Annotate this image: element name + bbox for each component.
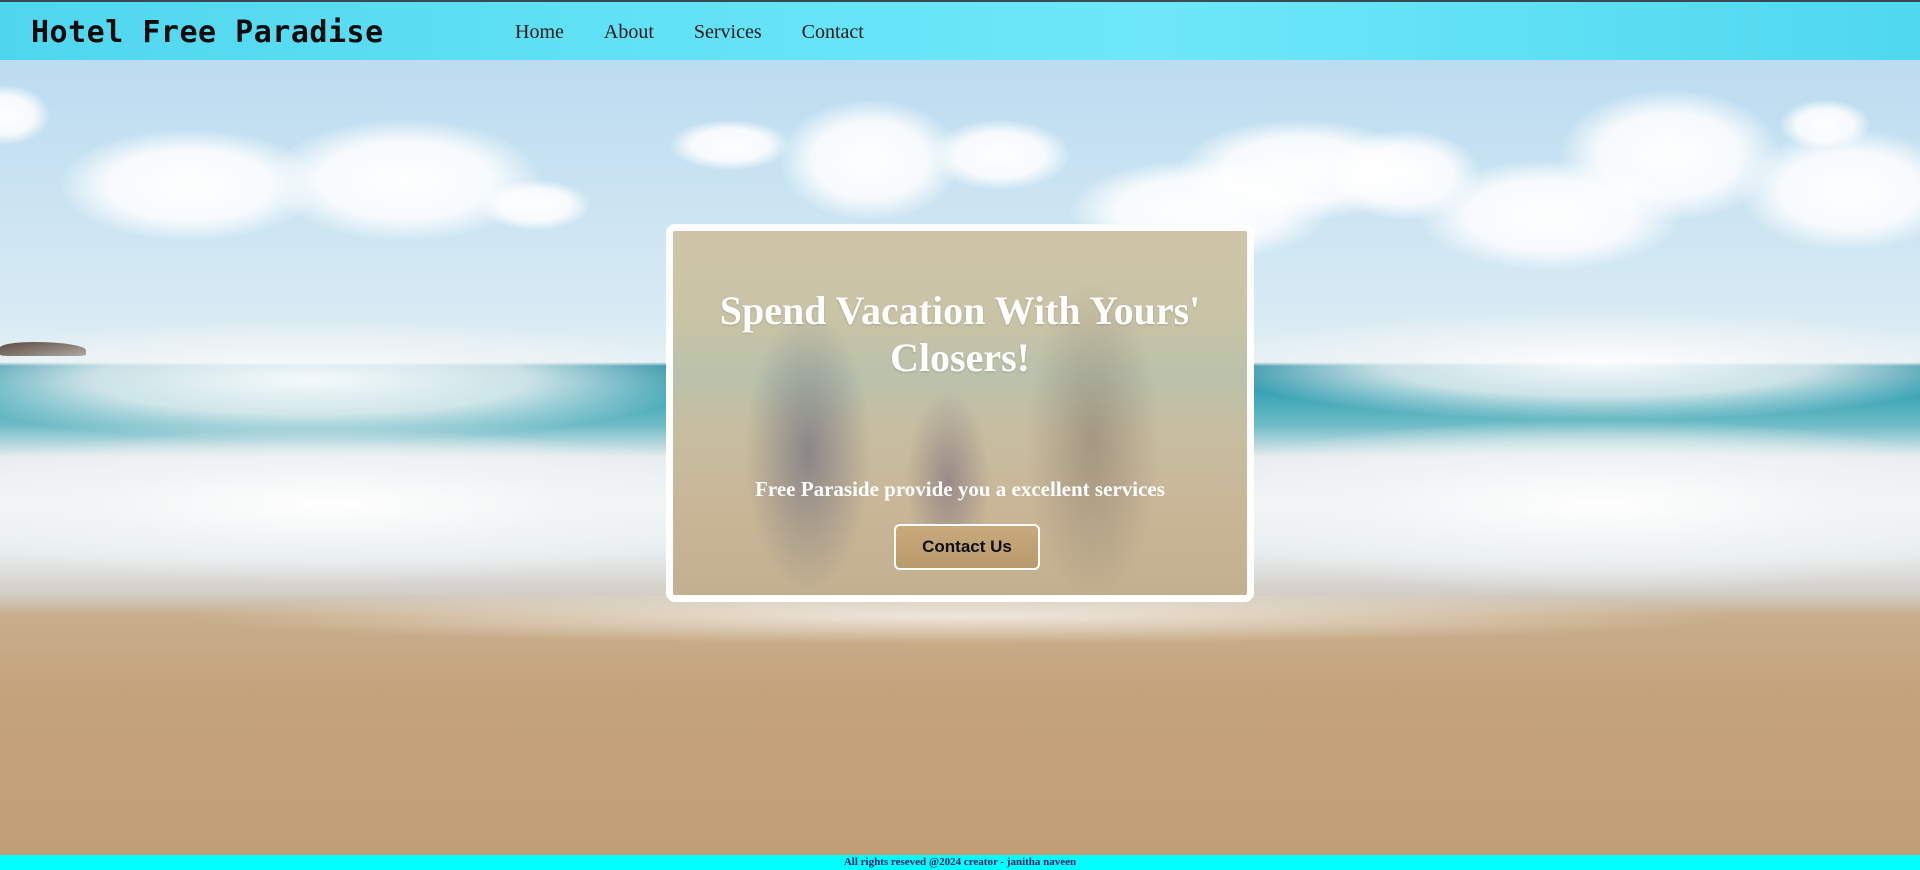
- sand-area: [0, 670, 1920, 855]
- cloud-shape: [1780, 100, 1870, 150]
- nav-link-contact[interactable]: Contact: [802, 21, 864, 43]
- hero-title: Spend Vacation With Yours' Closers!: [719, 288, 1201, 380]
- main-nav: Home About Services Contact: [515, 21, 864, 44]
- shoreline-foam: [0, 595, 1920, 665]
- contact-us-button[interactable]: Contact Us: [894, 524, 1040, 570]
- site-header: Hotel Free Paradise Home About Services …: [0, 0, 1920, 60]
- hero-card: Spend Vacation With Yours' Closers! Free…: [666, 224, 1254, 602]
- wave-foam: [0, 430, 780, 580]
- nav-item-contact: Contact: [802, 21, 864, 44]
- nav-item-services: Services: [694, 21, 762, 44]
- nav-link-services[interactable]: Services: [694, 21, 762, 43]
- site-footer: All rights reseved @2024 creator - janit…: [0, 855, 1920, 870]
- wave-foam: [0, 320, 700, 440]
- cloud-shape: [670, 120, 790, 170]
- cloud-shape: [480, 180, 590, 230]
- cloud-shape: [0, 85, 50, 145]
- nav-link-about[interactable]: About: [604, 21, 654, 43]
- wave-foam: [1220, 310, 1920, 420]
- cloud-shape: [930, 120, 1070, 190]
- site-brand[interactable]: Hotel Free Paradise: [31, 15, 384, 50]
- nav-link-home[interactable]: Home: [515, 21, 564, 43]
- nav-item-home: Home: [515, 21, 564, 44]
- wave-foam: [1160, 420, 1920, 590]
- hero-subtitle: Free Paraside provide you a excellent se…: [755, 477, 1165, 501]
- nav-item-about: About: [604, 21, 654, 44]
